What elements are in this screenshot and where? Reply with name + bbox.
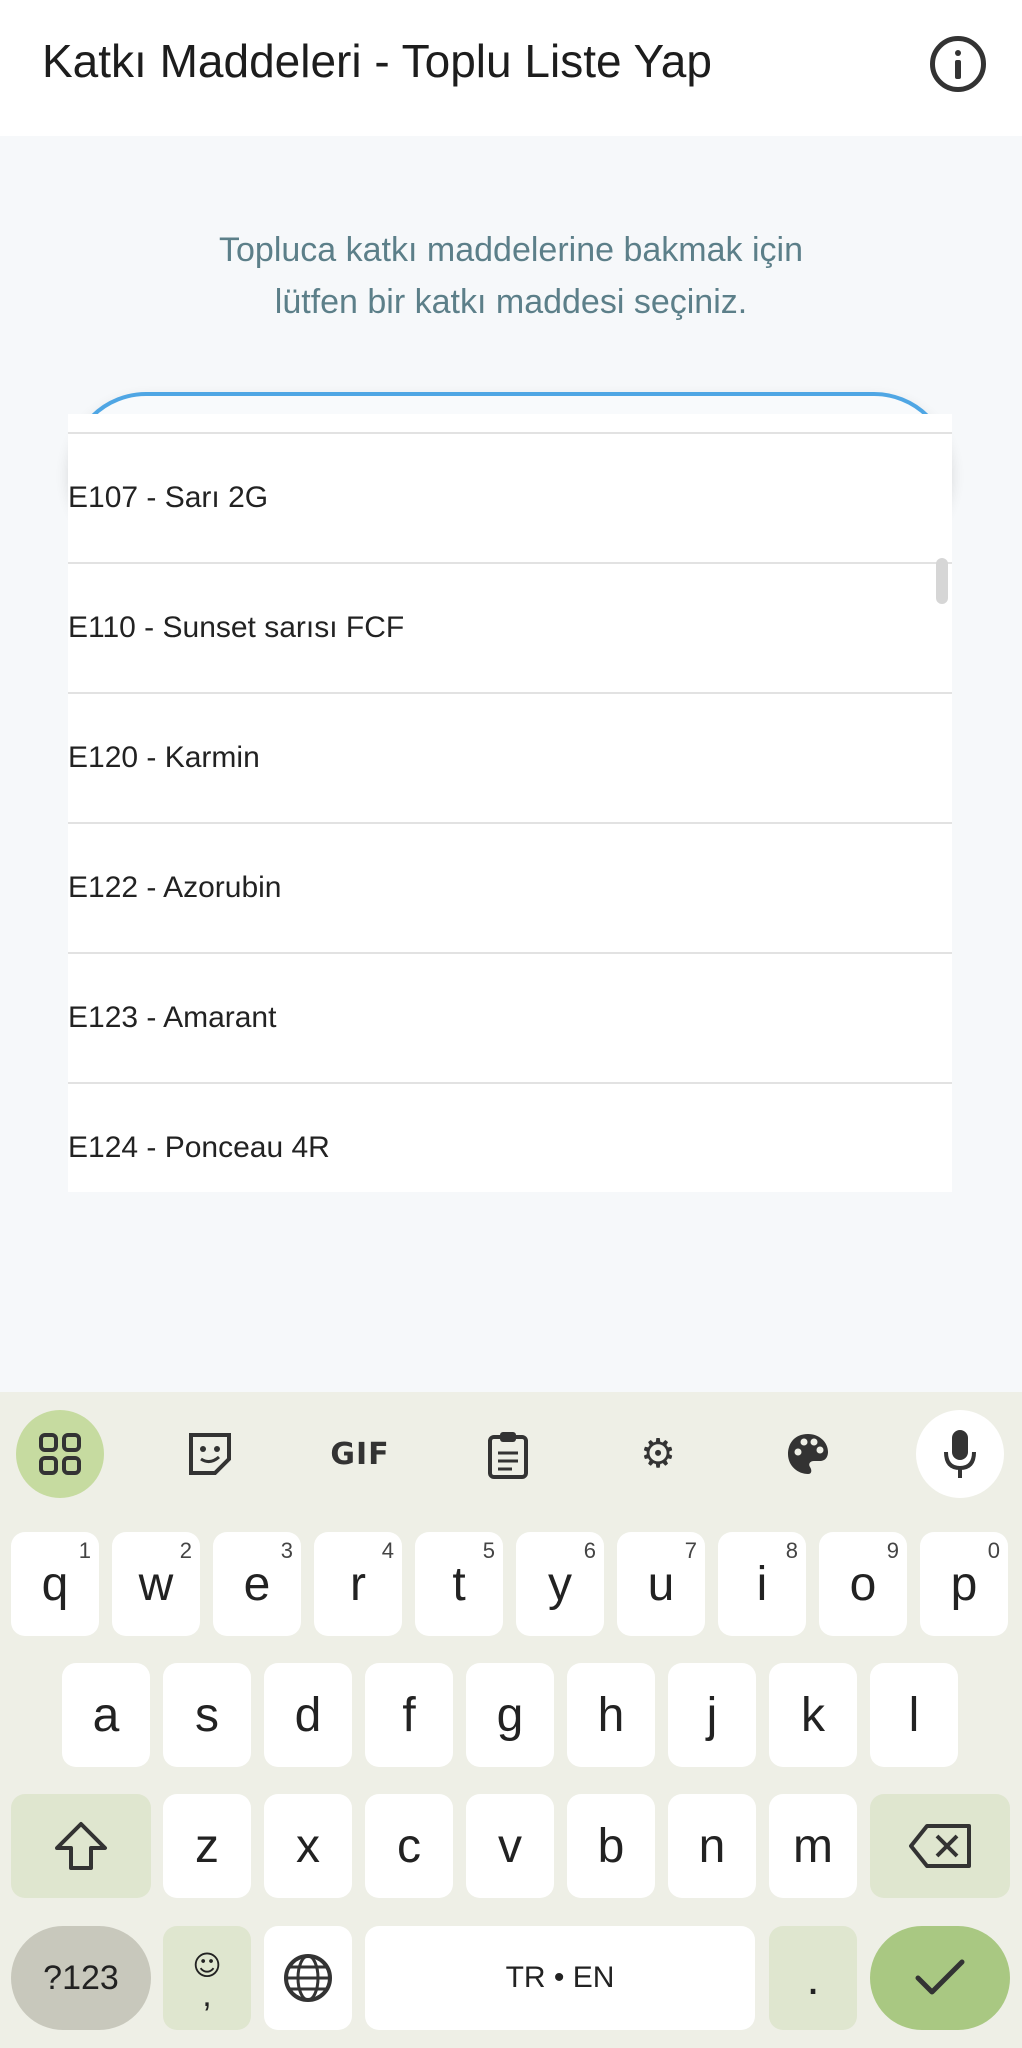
backspace-key[interactable] [870,1794,1010,1898]
key-k[interactable]: k [769,1663,857,1767]
key-c[interactable]: c [365,1794,453,1898]
list-item-label: E107 - Sarı 2G [68,481,269,514]
keyboard-toolbar: GIF ⚙ [0,1392,1022,1512]
emoji-comma-key[interactable]: ☺ , [163,1926,251,2030]
gif-icon[interactable]: GIF [316,1410,404,1498]
key-e[interactable]: e3 [213,1532,301,1636]
list-divider [68,414,952,434]
key-z[interactable]: z [163,1794,251,1898]
key-q[interactable]: q1 [11,1532,99,1636]
language-switch-key[interactable] [264,1926,352,2030]
key-h[interactable]: h [567,1663,655,1767]
list-scrollbar[interactable] [936,558,948,604]
microphone-icon[interactable] [916,1410,1004,1498]
additive-suggestion-list[interactable]: E107 - Sarı 2G E110 - Sunset sarısı FCF … [68,414,952,1192]
shift-key[interactable] [11,1794,151,1898]
sticker-icon[interactable] [166,1410,254,1498]
key-t[interactable]: t5 [415,1532,503,1636]
key-d[interactable]: d [264,1663,352,1767]
page-title: Katkı Maddeleri - Toplu Liste Yap [42,35,712,87]
list-item[interactable]: E124 - Ponceau 4R [68,1084,952,1192]
key-y[interactable]: y6 [516,1532,604,1636]
key-f[interactable]: f [365,1663,453,1767]
key-x[interactable]: x [264,1794,352,1898]
key-u[interactable]: u7 [617,1532,705,1636]
key-w[interactable]: w2 [112,1532,200,1636]
apps-grid-icon[interactable] [16,1410,104,1498]
key-g[interactable]: g [466,1663,554,1767]
key-i[interactable]: i8 [718,1532,806,1636]
info-icon[interactable] [930,36,986,92]
key-o[interactable]: o9 [819,1532,907,1636]
palette-icon[interactable] [764,1410,852,1498]
app-bar: Katkı Maddeleri - Toplu Liste Yap [0,0,1022,136]
list-item-label: E110 - Sunset sarısı FCF [68,611,405,644]
key-a[interactable]: a [62,1663,150,1767]
list-item-label: E122 - Azorubin [68,871,282,904]
list-item-label: E120 - Karmin [68,741,260,774]
key-b[interactable]: b [567,1794,655,1898]
on-screen-keyboard: GIF ⚙ q1 w2 e3 r4 t5 y6 u7 i8 o9 p0 a s … [0,1392,1022,2048]
enter-key[interactable] [870,1926,1010,2030]
key-m[interactable]: m [769,1794,857,1898]
list-item[interactable]: E123 - Amarant [68,954,952,1084]
key-s[interactable]: s [163,1663,251,1767]
list-item[interactable]: E122 - Azorubin [68,824,952,954]
instruction-line-2: lütfen bir katkı maddesi seçiniz. [274,283,748,321]
space-bar[interactable]: TR • EN [365,1926,755,2030]
list-item-label: E124 - Ponceau 4R [68,1131,330,1164]
numbers-symbols-key[interactable]: ?123 [11,1926,151,2030]
globe-icon [284,1954,332,2002]
key-l[interactable]: l [870,1663,958,1767]
list-item[interactable]: E110 - Sunset sarısı FCF [68,564,952,694]
instruction-line-1: Topluca katkı maddelerine bakmak için [219,231,803,269]
period-key[interactable]: . [769,1926,857,2030]
key-r[interactable]: r4 [314,1532,402,1636]
list-item[interactable]: E107 - Sarı 2G [68,434,952,564]
instruction-text: Topluca katkı maddelerine bakmak için lü… [0,224,1022,328]
checkmark-icon [915,1959,965,1995]
list-item-label: E123 - Amarant [68,1001,277,1034]
key-n[interactable]: n [668,1794,756,1898]
list-item[interactable]: E120 - Karmin [68,694,952,824]
key-j[interactable]: j [668,1663,756,1767]
key-v[interactable]: v [466,1794,554,1898]
gear-icon[interactable]: ⚙ [614,1410,702,1498]
clipboard-icon[interactable] [464,1410,552,1498]
key-p[interactable]: p0 [920,1532,1008,1636]
